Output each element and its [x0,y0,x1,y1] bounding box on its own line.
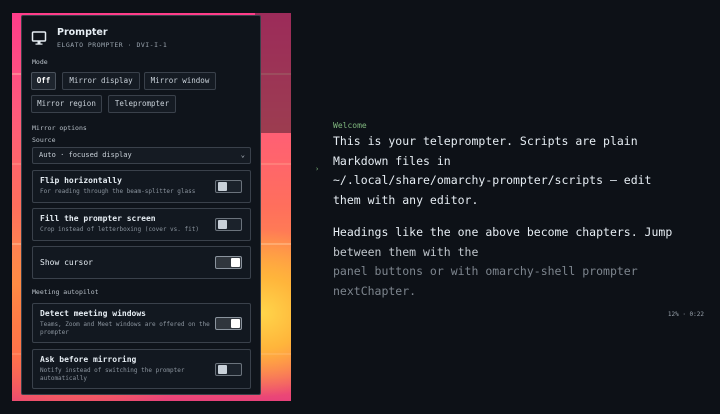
script-line: panel buttons or with omarchy-shell prom… [333,264,638,278]
monitor-icon [31,31,47,45]
ask-before-mirroring-option[interactable]: Ask before mirroring Notify instead of s… [32,349,251,389]
script-line: ~/.local/share/omarchy-prompter/scripts … [333,173,652,187]
show-cursor-option[interactable]: Show cursor [32,246,251,279]
meeting-autopilot-label: Meeting autopilot [32,288,99,296]
teleprompter-preview: Welcome This is your teleprompter. Scrip… [333,121,713,301]
current-line-caret: › [315,165,320,173]
option-title: Detect meeting windows [40,309,146,318]
detect-meeting-option[interactable]: Detect meeting windows Teams, Zoom and M… [32,303,251,343]
mode-label: Mode [32,58,48,66]
mode-mirror-display-button[interactable]: Mirror display [62,72,140,90]
progress-readout: 12% · 0:22 [667,311,704,318]
prompter-panel: Prompter ELGATO PROMPTER · DVI-I-1 Mode … [21,15,261,395]
show-cursor-toggle[interactable] [215,256,242,269]
flip-horizontally-option[interactable]: Flip horizontally For reading through th… [32,170,251,203]
panel-subtitle: ELGATO PROMPTER · DVI-I-1 [57,41,168,49]
toggle-knob [231,319,240,328]
fill-screen-toggle[interactable] [215,218,242,231]
mirror-options-label: Mirror options [32,124,87,132]
script-line: Headings like the one above become chapt… [333,225,673,239]
source-select-value: Auto · focused display [39,151,132,159]
option-description: Teams, Zoom and Meet windows are offered… [40,321,210,336]
option-title: Fill the prompter screen [40,214,156,223]
detect-meeting-toggle[interactable] [215,317,242,330]
ask-before-mirroring-toggle[interactable] [215,363,242,376]
script-line: This is your teleprompter. Scripts are p… [333,134,638,148]
script-line: Markdown files in [333,153,451,168]
fill-screen-option[interactable]: Fill the prompter screen Crop instead of… [32,208,251,241]
script-line: nextChapter. [333,283,417,298]
toggle-knob [218,220,227,229]
mode-mirror-window-button[interactable]: Mirror window [144,72,216,90]
option-title: Show cursor [40,258,93,267]
script-line: them with any editor. [333,192,479,207]
source-select[interactable]: Auto · focused display ⌄ [32,147,251,164]
mode-mirror-region-button[interactable]: Mirror region [31,95,102,113]
option-description: Crop instead of letterboxing (cover vs. … [40,226,199,233]
option-description: Notify instead of switching the prompter… [40,367,185,382]
chevron-down-icon: ⌄ [240,151,245,159]
toggle-knob [218,182,227,191]
mode-off-button[interactable]: Off [31,72,56,90]
script-line: between them with the [333,244,479,259]
toggle-knob [231,258,240,267]
mode-teleprompter-button[interactable]: Teleprompter [108,95,176,113]
option-description: For reading through the beam-splitter gl… [40,188,196,195]
option-title: Ask before mirroring [40,355,137,364]
toggle-knob [218,365,227,374]
panel-header: Prompter ELGATO PROMPTER · DVI-I-1 [31,26,167,49]
flip-horizontally-toggle[interactable] [215,180,242,193]
panel-title: Prompter [57,27,108,38]
option-title: Flip horizontally [40,176,122,185]
chapter-heading: Welcome [333,121,367,130]
source-label: Source [32,136,56,144]
